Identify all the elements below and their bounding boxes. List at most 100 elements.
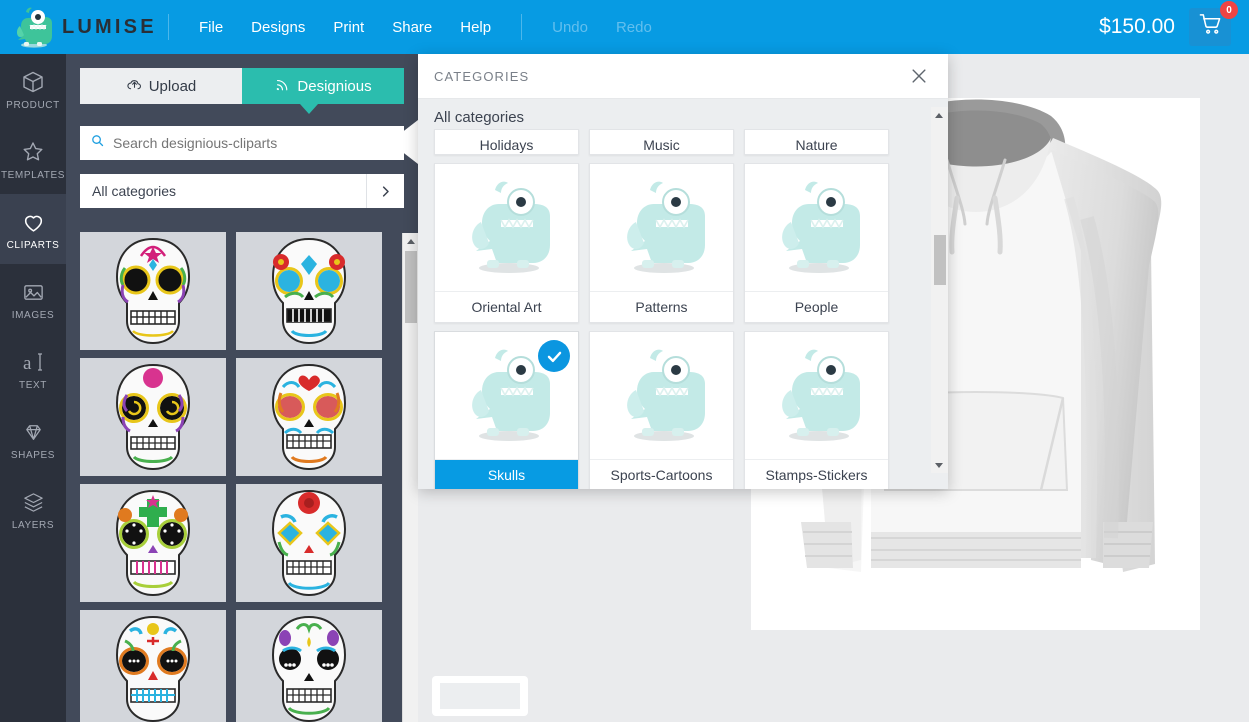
app-root: LUMISE File Designs Print Share Help Und… bbox=[0, 0, 1249, 722]
category-thumbnail bbox=[435, 164, 578, 292]
tab-designious-label: Designious bbox=[297, 78, 371, 95]
canvas-tool-placeholder[interactable] bbox=[432, 676, 528, 716]
clipart-thumb-6[interactable] bbox=[236, 484, 382, 602]
category-card-oriental-art[interactable]: Oriental Art bbox=[434, 163, 579, 323]
tab-designious[interactable]: Designious bbox=[242, 68, 404, 104]
image-icon bbox=[22, 277, 45, 307]
sidebar-item-shapes[interactable]: SHAPES bbox=[0, 404, 66, 474]
heart-icon bbox=[21, 207, 46, 237]
shopping-cart-icon bbox=[1199, 13, 1222, 41]
menu-item-print[interactable]: Print bbox=[319, 13, 378, 42]
search-icon bbox=[90, 133, 105, 153]
cloud-upload-icon bbox=[126, 76, 143, 97]
cliparts-grid bbox=[66, 232, 404, 722]
clipart-thumb-3[interactable] bbox=[80, 358, 226, 476]
sidebar-item-text[interactable]: a TEXT bbox=[0, 334, 66, 404]
clipart-thumb-4[interactable] bbox=[236, 358, 382, 476]
category-card-skulls[interactable]: Skulls bbox=[434, 331, 579, 489]
chevron-right-icon[interactable] bbox=[366, 174, 404, 208]
sidebar-label-cliparts: CLIPARTS bbox=[7, 240, 60, 251]
panel-scrollbar-thumb[interactable] bbox=[405, 251, 417, 323]
category-card-music[interactable]: Music bbox=[589, 129, 734, 155]
category-card-nature[interactable]: Nature bbox=[744, 129, 889, 155]
category-label: Sports-Cartoons bbox=[590, 460, 733, 489]
search-input[interactable] bbox=[113, 135, 394, 151]
close-icon[interactable] bbox=[906, 63, 932, 89]
sidebar-label-layers: LAYERS bbox=[12, 520, 54, 531]
header-right-group: $150.00 0 bbox=[1099, 8, 1249, 46]
top-header: LUMISE File Designs Print Share Help Und… bbox=[0, 0, 1249, 54]
category-label: Nature bbox=[745, 130, 888, 155]
sidebar-label-product: PRODUCT bbox=[6, 100, 60, 111]
sidebar-label-templates: TEMPLATES bbox=[1, 170, 65, 181]
scroll-up-arrow-icon[interactable] bbox=[403, 233, 419, 249]
dinosaur-logo-icon bbox=[14, 6, 54, 48]
sugar-skull-8-icon bbox=[259, 613, 359, 722]
sugar-skull-3-icon bbox=[103, 361, 203, 473]
clipart-thumb-7[interactable] bbox=[80, 610, 226, 722]
category-card-patterns[interactable]: Patterns bbox=[589, 163, 734, 323]
sidebar-item-cliparts[interactable]: CLIPARTS bbox=[0, 194, 66, 264]
dinosaur-placeholder-icon bbox=[614, 344, 710, 448]
sidebar-item-images[interactable]: IMAGES bbox=[0, 264, 66, 334]
category-card-people[interactable]: People bbox=[744, 163, 889, 323]
box-icon bbox=[21, 67, 45, 97]
menu-item-redo[interactable]: Redo bbox=[602, 13, 666, 42]
sidebar-item-product[interactable]: PRODUCT bbox=[0, 54, 66, 124]
category-label: Skulls bbox=[435, 460, 578, 489]
modal-scrollbar[interactable] bbox=[931, 107, 948, 473]
clipart-thumb-2[interactable] bbox=[236, 232, 382, 350]
clipart-thumb-8[interactable] bbox=[236, 610, 382, 722]
brand-name: LUMISE bbox=[62, 16, 157, 39]
menu-item-file[interactable]: File bbox=[185, 13, 237, 42]
category-card-holidays[interactable]: Holidays bbox=[434, 129, 579, 155]
modal-scroll-up-arrow-icon[interactable] bbox=[931, 107, 947, 123]
category-label: Stamps-Stickers bbox=[745, 460, 888, 489]
cliparts-panel: Upload Designious bbox=[66, 54, 418, 722]
modal-title: CATEGORIES bbox=[434, 69, 906, 84]
diamond-icon bbox=[22, 417, 45, 447]
sidebar-item-templates[interactable]: TEMPLATES bbox=[0, 124, 66, 194]
sidebar-label-text: TEXT bbox=[19, 380, 47, 391]
panel-scrollbar[interactable] bbox=[402, 233, 418, 722]
modal-scroll-down-arrow-icon[interactable] bbox=[931, 457, 947, 473]
sidebar-label-shapes: SHAPES bbox=[11, 450, 55, 461]
cart-count-badge: 0 bbox=[1220, 1, 1238, 19]
sidebar-item-layers[interactable]: LAYERS bbox=[0, 474, 66, 544]
brand-logo[interactable]: LUMISE bbox=[0, 6, 152, 48]
clipart-thumb-5[interactable] bbox=[80, 484, 226, 602]
tab-upload[interactable]: Upload bbox=[80, 68, 242, 104]
category-thumbnail bbox=[590, 332, 733, 460]
category-thumbnail bbox=[745, 332, 888, 460]
canvas-tool-inner bbox=[440, 683, 520, 709]
menu-item-designs[interactable]: Designs bbox=[237, 13, 319, 42]
sugar-skull-5-icon bbox=[103, 487, 203, 599]
header-divider-2 bbox=[521, 14, 522, 40]
menu-item-help[interactable]: Help bbox=[446, 13, 505, 42]
header-divider-1 bbox=[168, 14, 169, 40]
layers-icon bbox=[22, 487, 45, 517]
category-label: Patterns bbox=[590, 292, 733, 322]
modal-header: CATEGORIES bbox=[418, 54, 948, 99]
sugar-skull-2-icon bbox=[259, 235, 359, 347]
star-icon bbox=[21, 137, 45, 167]
panel-collapse-notch[interactable] bbox=[402, 120, 418, 164]
rss-feed-icon bbox=[274, 76, 291, 97]
dinosaur-placeholder-icon bbox=[769, 176, 865, 280]
text-cursor-icon: a bbox=[21, 347, 45, 377]
cart-button[interactable]: 0 bbox=[1189, 8, 1231, 46]
categories-modal: CATEGORIES All categories Holidays Music… bbox=[418, 54, 948, 489]
modal-body: All categories Holidays Music Nature bbox=[418, 99, 948, 489]
category-select[interactable]: All categories bbox=[80, 174, 404, 208]
sugar-skull-6-icon bbox=[259, 487, 359, 599]
menu-item-share[interactable]: Share bbox=[378, 13, 446, 42]
search-box[interactable] bbox=[80, 126, 404, 160]
category-label: People bbox=[745, 292, 888, 322]
category-card-stamps-stickers[interactable]: Stamps-Stickers bbox=[744, 331, 889, 489]
category-card-sports-cartoons[interactable]: Sports-Cartoons bbox=[589, 331, 734, 489]
category-label: Music bbox=[590, 130, 733, 155]
sidebar-label-images: IMAGES bbox=[12, 310, 55, 321]
clipart-thumb-1[interactable] bbox=[80, 232, 226, 350]
menu-item-undo[interactable]: Undo bbox=[538, 13, 602, 42]
modal-scrollbar-thumb[interactable] bbox=[934, 235, 946, 285]
